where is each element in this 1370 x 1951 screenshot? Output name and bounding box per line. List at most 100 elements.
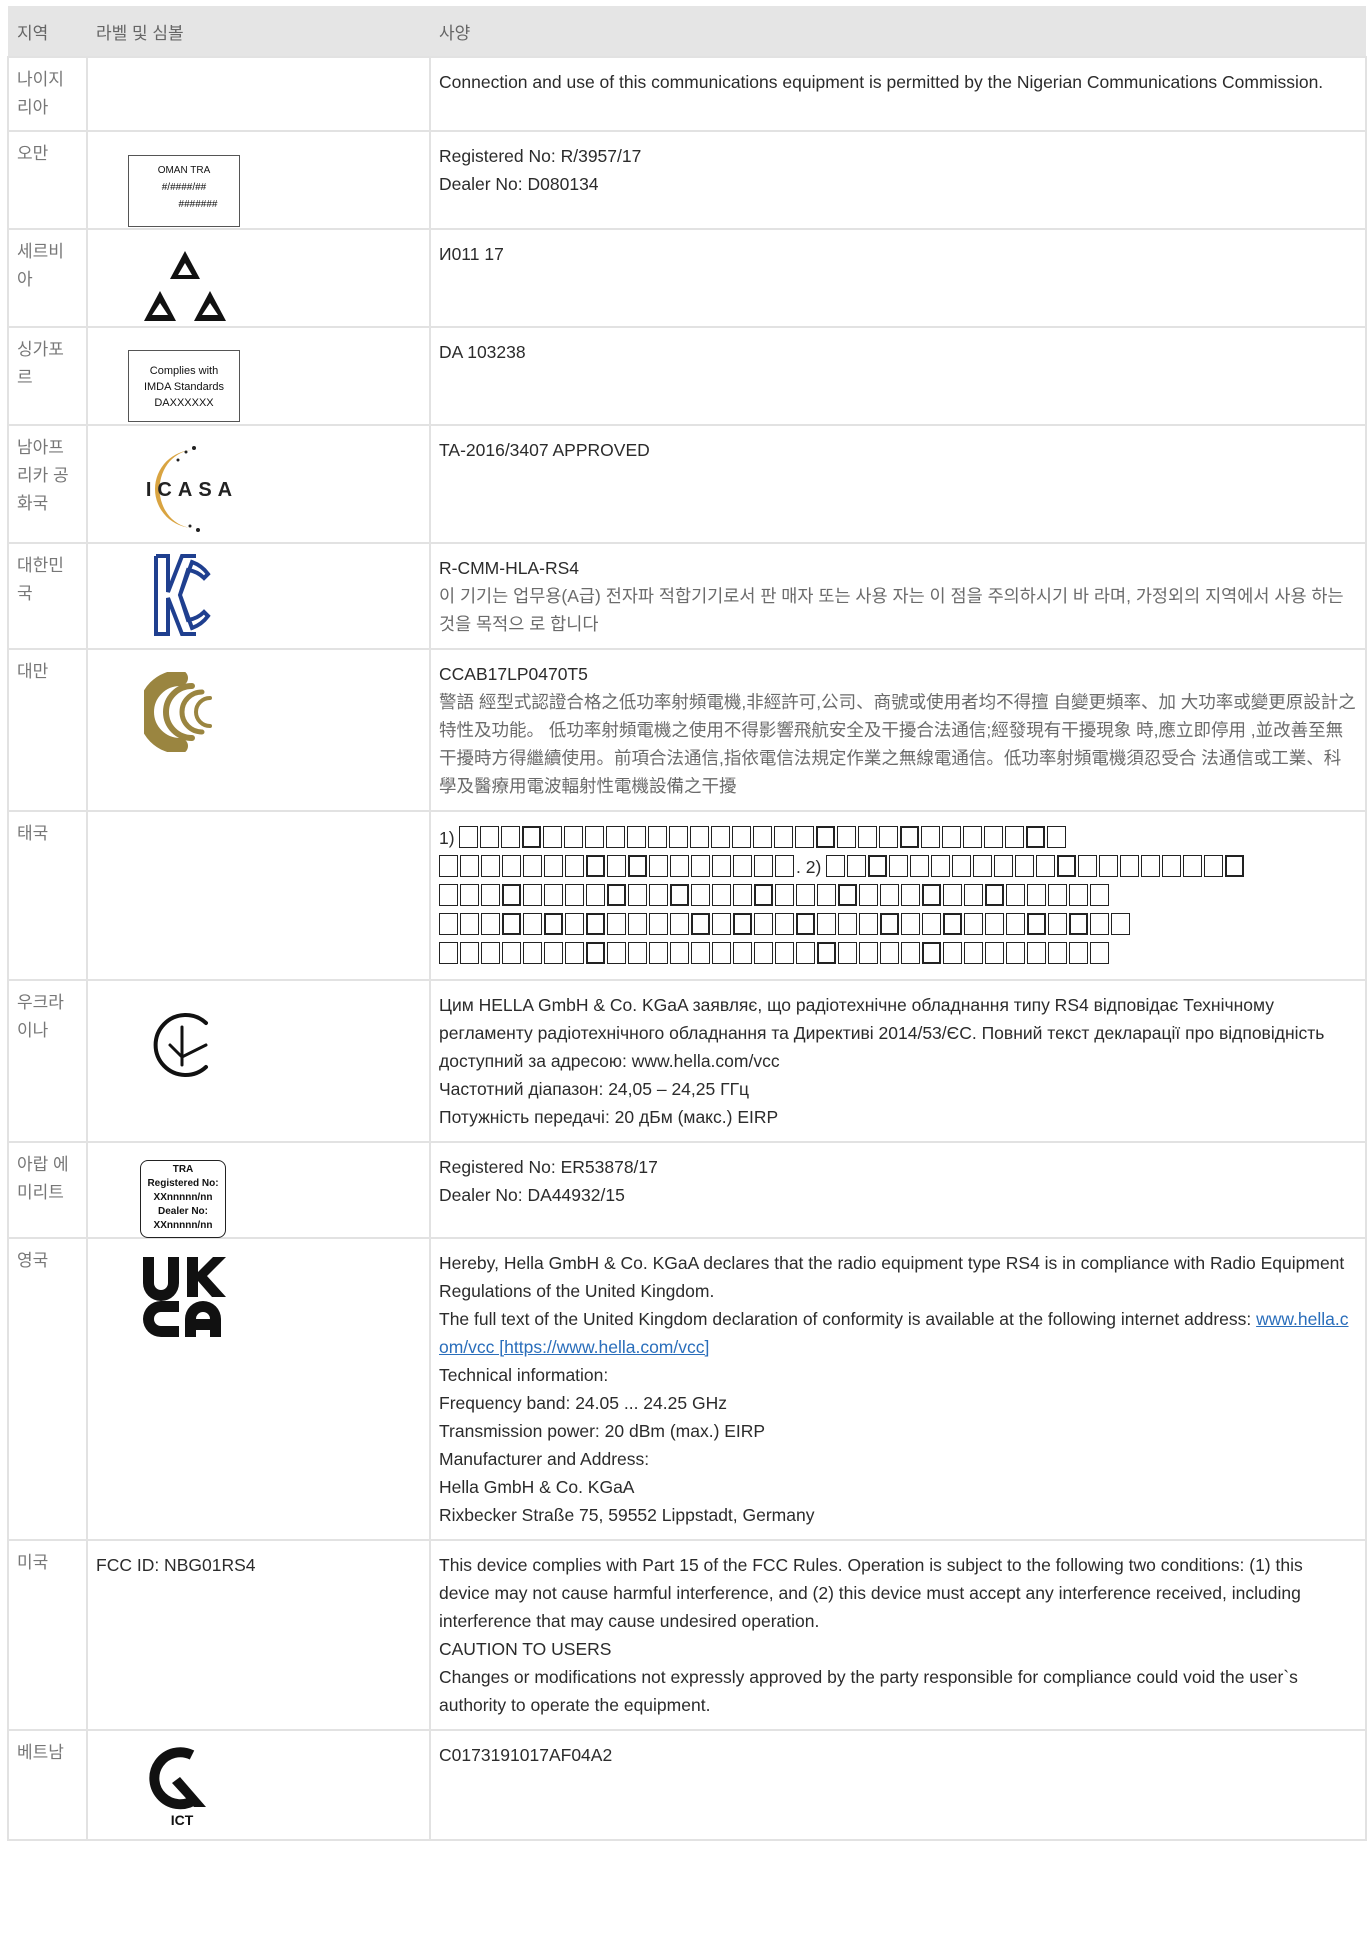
missing-glyph-box: [943, 884, 962, 906]
spec-line: 이 기기는 업무용(A급) 전자파 적합기기로서 판 매자 또는 사용 자는 이…: [439, 586, 1344, 634]
label-cell: [86, 1237, 431, 1541]
missing-glyph-box: [502, 855, 521, 877]
missing-glyph-box: [985, 913, 1004, 935]
missing-glyph-box: [1048, 884, 1067, 906]
missing-glyph-box: [586, 884, 605, 906]
missing-glyph-box: [1057, 855, 1077, 877]
missing-glyph-box: [901, 884, 920, 906]
missing-glyph-box: [1120, 855, 1140, 877]
label-line: OMAN TRA: [157, 165, 211, 176]
table-row: 대한민국 R-CMM-HLA-RS4 이 기기는 업무용(A급) 전자파 적합기…: [7, 542, 1367, 650]
missing-glyph-box: [1162, 855, 1182, 877]
missing-glyph-box: [985, 884, 1004, 906]
missing-glyph-box: [543, 826, 563, 848]
missing-glyph-box: [649, 884, 668, 906]
spec-cell: Registered No: R/3957/17 Dealer No: D080…: [429, 130, 1367, 230]
missing-glyph-box: [523, 913, 542, 935]
missing-glyph-box: [712, 855, 731, 877]
spec-cell: DA 103238: [429, 326, 1367, 426]
spec-cell: R-CMM-HLA-RS4 이 기기는 업무용(A급) 전자파 적합기기로서 판…: [429, 542, 1367, 650]
missing-glyph-box: [439, 913, 458, 935]
approvals-table: 지역 라벨 및 심볼 사양 나이지리아 Connection and use o…: [7, 6, 1367, 1841]
missing-glyph-box: [439, 884, 458, 906]
region-cell: 아랍 에미리트: [7, 1141, 88, 1239]
missing-glyph-box: [586, 855, 605, 877]
missing-glyph-box: [796, 913, 815, 935]
missing-glyph-box: [628, 884, 647, 906]
missing-glyph-box: [502, 884, 521, 906]
missing-glyph-box: [858, 826, 878, 848]
table-row: 대만 CCAB17LP0470T5 警語 經型式認證合格之低功率射頻電機,非經許…: [7, 648, 1367, 812]
tofu-run: [459, 826, 1068, 848]
missing-glyph-box: [523, 884, 542, 906]
missing-glyph-box: [817, 913, 836, 935]
missing-glyph-box: [795, 826, 815, 848]
label-line: Dealer No:: [157, 1206, 208, 1217]
header-spec: 사양: [430, 6, 1366, 57]
missing-glyph-box: [481, 942, 500, 964]
svg-text:ICASA: ICASA: [146, 479, 238, 501]
label-cell: [86, 56, 431, 132]
missing-glyph-box: [816, 826, 836, 848]
region-cell: 영국: [7, 1237, 88, 1541]
label-cell: [86, 228, 431, 328]
header-region: 지역: [8, 6, 87, 57]
missing-glyph-box: [1026, 826, 1046, 848]
spec-cell: 1) . 2): [429, 810, 1367, 981]
label-cell: [86, 979, 431, 1143]
spec-line: 警語 經型式認證合格之低功率射頻電機,非經許可,公司、商號或使用者均不得擅 自變…: [439, 692, 1356, 796]
missing-glyph-box: [1111, 913, 1130, 935]
missing-glyph-box: [460, 855, 479, 877]
missing-glyph-box: [847, 855, 867, 877]
kc-mark-icon: [154, 554, 211, 636]
missing-glyph-box: [922, 884, 941, 906]
missing-glyph-box: [754, 855, 773, 877]
missing-glyph-box: [733, 913, 752, 935]
spec-line: Частотний діапазон: 24,05 – 24,25 ГГц: [439, 1079, 750, 1099]
missing-glyph-box: [628, 913, 647, 935]
missing-glyph-box: [826, 855, 846, 877]
spec-line: R-CMM-HLA-RS4: [439, 558, 579, 578]
spec-line: The full text of the United Kingdom decl…: [439, 1305, 1357, 1361]
region-cell: 세르비아: [7, 228, 88, 328]
missing-glyph-box: [523, 942, 542, 964]
missing-glyph-box: [711, 826, 731, 848]
missing-glyph-box: [585, 826, 605, 848]
label-line: #/####/##: [161, 182, 207, 193]
missing-glyph-box: [984, 826, 1004, 848]
region-cell: 싱가포르: [7, 326, 88, 426]
region-cell: 오만: [7, 130, 88, 230]
spec-cell: Connection and use of this communication…: [429, 56, 1367, 132]
missing-glyph-box: [481, 913, 500, 935]
missing-glyph-box: [1027, 884, 1046, 906]
missing-glyph-box: [942, 826, 962, 848]
label-line: IMDA Standards: [143, 381, 225, 393]
missing-glyph-box: [544, 913, 563, 935]
missing-glyph-box: [649, 942, 668, 964]
spec-line: TA-2016/3407 APPROVED: [439, 440, 650, 460]
missing-glyph-box: [649, 913, 668, 935]
spec-cell: И011 17: [429, 228, 1367, 328]
missing-glyph-box: [522, 826, 542, 848]
missing-glyph-box: [1027, 913, 1046, 935]
label-cell: OMAN TRA #/####/## #######: [86, 130, 431, 230]
missing-glyph-box: [910, 855, 930, 877]
ncc-mark-icon: [144, 672, 212, 752]
tofu-run: [439, 884, 1111, 906]
missing-glyph-box: [607, 942, 626, 964]
label-line: Registered No:: [147, 1178, 219, 1189]
missing-glyph-box: [481, 884, 500, 906]
missing-glyph-box: [544, 884, 563, 906]
missing-glyph-box: [502, 913, 521, 935]
spec-cell: This device complies with Part 15 of the…: [429, 1539, 1367, 1731]
spec-cell: CCAB17LP0470T5 警語 經型式認證合格之低功率射頻電機,非經許可,公…: [429, 648, 1367, 812]
svg-text:ICT: ICT: [171, 1812, 194, 1828]
missing-glyph-box: [733, 855, 752, 877]
spec-line: Dealer No: DA44932/15: [439, 1185, 625, 1205]
missing-glyph-box: [754, 913, 773, 935]
table-row: 베트남 ICT C0173191017AF04A2: [7, 1729, 1367, 1841]
missing-glyph-box: [586, 913, 605, 935]
spec-line: Цим HELLA GmbH & Co. KGaA заявляє, що ра…: [439, 995, 1325, 1071]
region-cell: 대한민국: [7, 542, 88, 650]
label-line: DAXXXXXX: [154, 397, 214, 409]
